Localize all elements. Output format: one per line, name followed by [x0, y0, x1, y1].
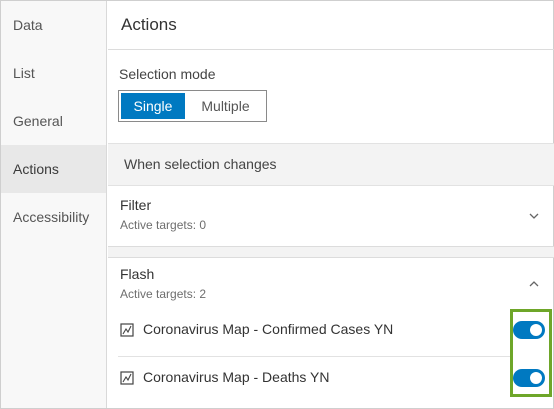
when-selection-changes-heading: When selection changes [108, 143, 554, 186]
map-layer-icon [120, 371, 134, 385]
list-item: Coronavirus Map - Confirmed Cases YN [108, 308, 554, 354]
settings-panel: Data List General Actions Accessibility … [0, 0, 554, 409]
sidebar-item-accessibility[interactable]: Accessibility [1, 193, 106, 241]
single-mode-button[interactable]: Single [121, 93, 185, 119]
sidebar-item-general[interactable]: General [1, 97, 106, 145]
section-divider [108, 257, 554, 258]
toggle-highlight-box [510, 309, 552, 397]
sidebar-item-data[interactable]: Data [1, 1, 106, 49]
flash-title: Flash [120, 266, 155, 282]
layer-label: Coronavirus Map - Confirmed Cases YN [143, 321, 394, 337]
main-panel: Actions Selection mode Single Multiple W… [108, 1, 554, 408]
chevron-down-icon[interactable] [527, 209, 541, 223]
layer-label: Coronavirus Map - Deaths YN [143, 369, 330, 385]
map-layer-icon [120, 323, 134, 337]
section-gap [108, 247, 554, 257]
filter-title: Filter [120, 197, 152, 213]
list-item: Coronavirus Map - Deaths YN [108, 356, 554, 402]
page-title: Actions [108, 1, 554, 50]
selection-mode-toggle: Single Multiple [118, 90, 267, 122]
filter-active-targets: Active targets: 0 [120, 218, 207, 232]
selection-mode-label: Selection mode [119, 66, 216, 82]
flash-active-targets: Active targets: 2 [120, 287, 207, 301]
multiple-mode-button[interactable]: Multiple [186, 93, 265, 119]
chevron-up-icon[interactable] [527, 277, 541, 291]
sidebar-item-actions[interactable]: Actions [1, 145, 106, 193]
sidebar-item-list[interactable]: List [1, 49, 106, 97]
sidebar: Data List General Actions Accessibility [1, 1, 107, 408]
